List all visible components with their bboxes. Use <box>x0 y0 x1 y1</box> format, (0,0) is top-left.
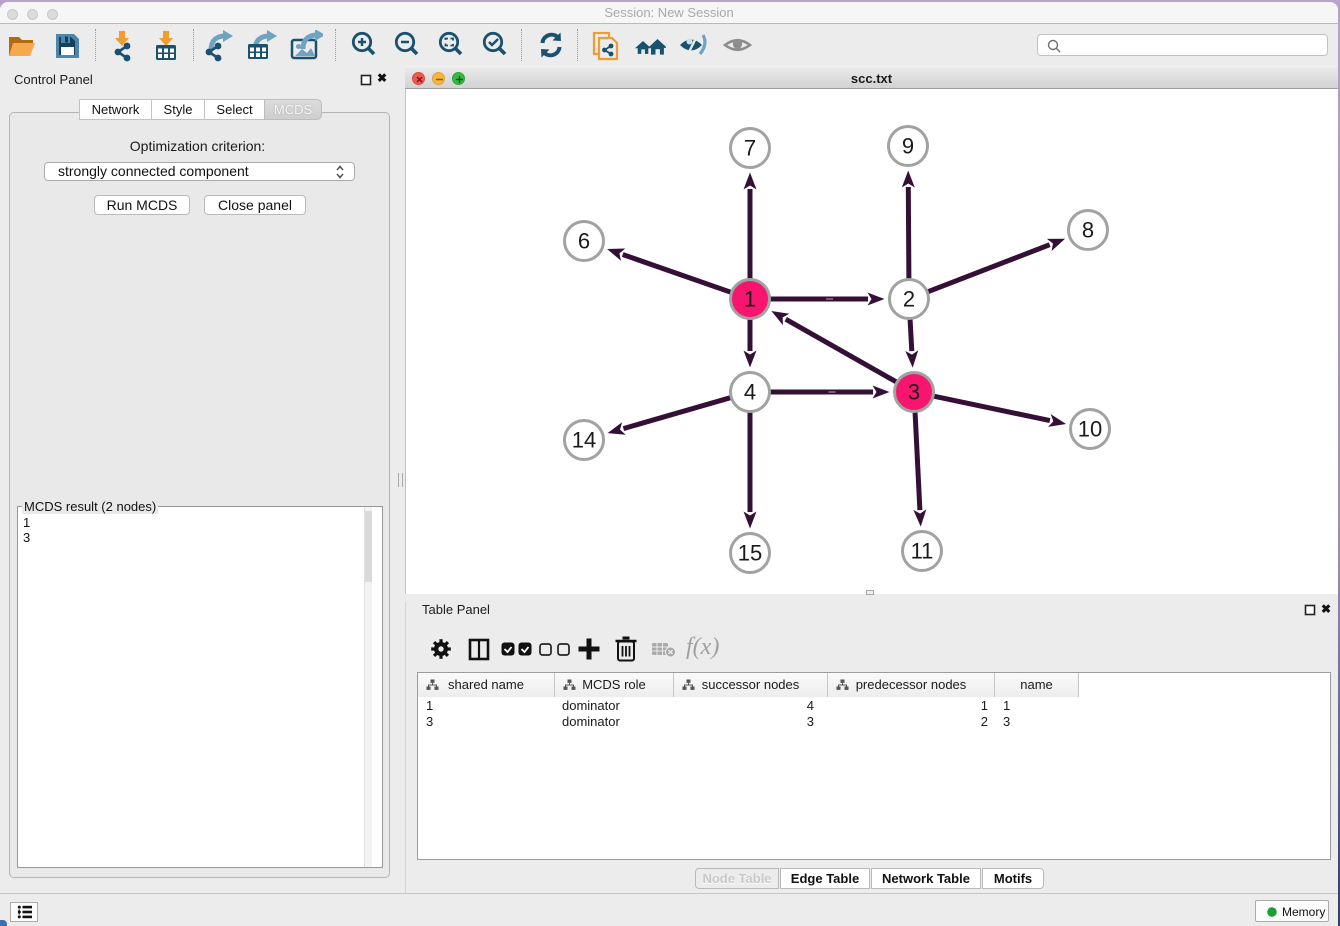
svg-text:3: 3 <box>908 380 920 405</box>
svg-text:11: 11 <box>911 539 934 564</box>
svg-text:4: 4 <box>744 380 756 405</box>
svg-text:9: 9 <box>902 134 914 159</box>
svg-text:8: 8 <box>1082 218 1094 243</box>
svg-text:6: 6 <box>578 229 590 254</box>
svg-text:1: 1 <box>744 287 756 312</box>
svg-text:7: 7 <box>744 136 756 161</box>
svg-text:14: 14 <box>572 428 596 453</box>
svg-text:15: 15 <box>738 541 762 566</box>
svg-text:2: 2 <box>903 287 915 312</box>
svg-text:10: 10 <box>1078 417 1102 442</box>
